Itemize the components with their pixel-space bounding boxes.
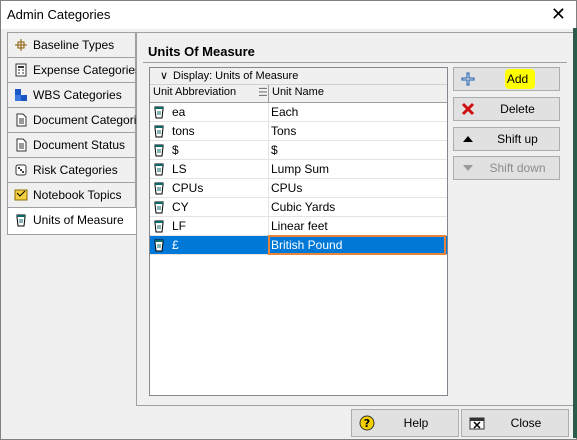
column-menu-icon[interactable]: ☰ — [258, 86, 268, 99]
unit-abbreviation-cell[interactable]: LF — [172, 219, 186, 233]
expense-categories-icon — [14, 63, 28, 77]
category-tabs: Baseline Types Expense Categories WBS Cate… — [7, 32, 149, 235]
cell-divider — [268, 103, 269, 121]
sidebar-item-baseline-types[interactable]: Baseline Types — [7, 32, 136, 57]
unit-abbreviation-cell[interactable]: $ — [172, 143, 179, 157]
sidebar-item-label: Expense Categories — [33, 63, 142, 77]
unit-icon — [152, 181, 166, 195]
grid-rows: ea Each tons Tons $ $ LS Lump Sum CPUs CPUs CY Cubi… — [150, 103, 447, 255]
cell-divider — [268, 141, 269, 159]
panel-title: Units Of Measure — [148, 44, 255, 59]
table-row[interactable]: CPUs CPUs — [150, 179, 447, 198]
delete-button[interactable]: Delete — [453, 97, 560, 121]
unit-icon — [152, 143, 166, 157]
cell-divider — [268, 160, 269, 178]
unit-abbreviation-cell[interactable]: £ — [172, 238, 179, 252]
grid-display-bar[interactable]: ∨ Display: Units of Measure — [150, 68, 447, 85]
shift-down-label: Shift down — [489, 161, 546, 175]
sidebar-item-label: Risk Categories — [33, 163, 118, 177]
cell-divider — [268, 198, 269, 216]
column-header-abbreviation[interactable]: Unit Abbreviation — [153, 86, 236, 98]
sidebar-item-label: Notebook Topics — [33, 188, 122, 202]
units-grid[interactable]: ∨ Display: Units of Measure Unit Abbrevi… — [149, 67, 448, 396]
baseline-types-icon — [14, 38, 28, 52]
wbs-categories-icon — [14, 88, 28, 102]
delete-label: Delete — [500, 102, 535, 116]
shift-down-button[interactable]: Shift down — [453, 156, 560, 180]
sidebar-item-label: Baseline Types — [33, 38, 115, 52]
shift-up-label: Shift up — [497, 132, 538, 146]
window-title: Admin Categories — [7, 7, 111, 22]
close-window-icon[interactable]: ✕ — [551, 4, 566, 25]
close-button[interactable]: Close — [461, 409, 569, 437]
table-row[interactable]: LS Lump Sum — [150, 160, 447, 179]
unit-icon — [152, 124, 166, 138]
unit-abbreviation-cell[interactable]: LS — [172, 162, 187, 176]
table-row[interactable]: $ $ — [150, 141, 447, 160]
cell-divider — [268, 122, 269, 140]
notebook-topics-icon — [14, 188, 28, 202]
unit-abbreviation-cell[interactable]: ea — [172, 105, 185, 119]
unit-icon — [152, 200, 166, 214]
unit-name-cell[interactable]: Lump Sum — [271, 162, 329, 176]
panel-divider — [143, 62, 567, 63]
unit-abbreviation-cell[interactable]: CPUs — [172, 181, 203, 195]
sidebar-item-notebook-topics[interactable]: Notebook Topics — [7, 182, 136, 207]
help-label: Help — [403, 416, 429, 430]
unit-icon — [152, 219, 166, 233]
sidebar-item-risk-categories[interactable]: Risk Categories — [7, 157, 136, 182]
risk-categories-icon — [14, 163, 28, 177]
column-header-name[interactable]: Unit Name — [272, 86, 324, 98]
close-label: Close — [510, 416, 542, 430]
sidebar-item-label: Units of Measure — [33, 213, 124, 227]
sidebar-item-label: Document Status — [33, 138, 126, 152]
table-row[interactable]: CY Cubic Yards — [150, 198, 447, 217]
sidebar-item-expense-categories[interactable]: Expense Categories — [7, 57, 141, 82]
grid-header: Unit Abbreviation ☰ Unit Name — [150, 85, 447, 103]
unit-name-cell[interactable]: Cubic Yards — [271, 200, 335, 214]
sidebar-item-units-of-measure[interactable]: Units of Measure — [7, 207, 137, 235]
table-row[interactable]: ea Each — [150, 103, 447, 122]
sidebar-item-document-status[interactable]: Document Status — [7, 132, 136, 157]
shift-up-button[interactable]: Shift up — [453, 127, 560, 151]
units-of-measure-panel: Units Of Measure ∨ Display: Units of Mea… — [136, 32, 574, 406]
chevron-down-icon[interactable]: ∨ — [160, 69, 168, 82]
units-of-measure-icon — [14, 213, 28, 227]
unit-name-cell[interactable]: Each — [271, 105, 298, 119]
column-divider[interactable] — [268, 85, 269, 102]
document-status-icon — [14, 138, 28, 152]
unit-icon — [152, 162, 166, 176]
unit-abbreviation-cell[interactable]: CY — [172, 200, 189, 214]
unit-name-cell[interactable]: British Pound — [271, 238, 342, 252]
unit-name-cell[interactable]: $ — [271, 143, 278, 157]
display-label: Display: Units of Measure — [173, 70, 299, 82]
sidebar-item-label: WBS Categories — [33, 88, 122, 102]
sidebar-item-document-categories[interactable]: Document Categories — [7, 107, 149, 132]
cell-divider — [268, 217, 269, 235]
admin-categories-dialog: Admin Categories ✕ Baseline Types Expense… — [0, 0, 577, 440]
help-button[interactable]: ? Help — [351, 409, 459, 437]
unit-name-cell[interactable]: Tons — [271, 124, 296, 138]
table-row[interactable]: £ British Pound — [150, 235, 447, 255]
add-button[interactable]: Add — [453, 67, 560, 91]
unit-name-cell[interactable]: Linear feet — [271, 219, 328, 233]
sidebar-item-wbs-categories[interactable]: WBS Categories — [7, 82, 136, 107]
unit-abbreviation-cell[interactable]: tons — [172, 124, 195, 138]
unit-icon — [152, 105, 166, 119]
document-categories-icon — [14, 113, 28, 127]
cell-divider — [268, 179, 269, 197]
title-bar: Admin Categories ✕ — [1, 1, 576, 29]
add-label: Add — [506, 72, 529, 86]
sidebar-item-label: Document Categories — [33, 113, 150, 127]
background-strip — [573, 28, 577, 438]
unit-name-cell[interactable]: CPUs — [271, 181, 302, 195]
table-row[interactable]: tons Tons — [150, 122, 447, 141]
unit-icon — [152, 238, 166, 252]
table-row[interactable]: LF Linear feet — [150, 217, 447, 236]
